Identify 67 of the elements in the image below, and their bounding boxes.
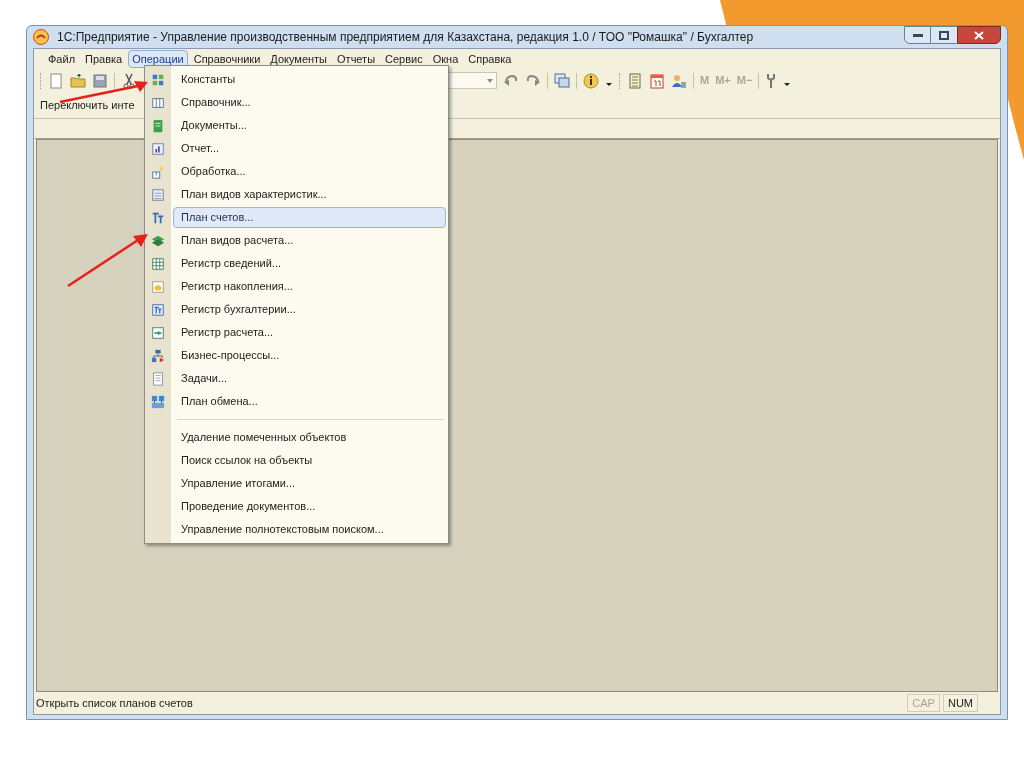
cut-icon[interactable]	[121, 72, 137, 89]
keyboard-indicator: NUM	[942, 694, 978, 712]
save-icon[interactable]	[92, 72, 108, 89]
menu-bar-item[interactable]: Сервис	[381, 49, 427, 68]
wrench-icon[interactable]	[765, 72, 778, 89]
menu-item[interactable]: Задачи...	[173, 368, 446, 389]
menu-item-icon	[151, 141, 165, 156]
menu-bar-item[interactable]: Справочники	[189, 49, 265, 68]
minimize-button[interactable]	[904, 26, 931, 44]
menu-item[interactable]: Управление итогами...	[173, 473, 446, 494]
menu-item[interactable]: Удаление помеченных объектов	[173, 427, 446, 448]
window-title: 1С:Предприятие - Управление производственным предприятием для Казахстана, редакция 1.0 / ТОО "Ромашка" / Бухгалтер	[57, 29, 754, 46]
menu-bar-item[interactable]: Окна	[428, 49, 463, 68]
menu-item[interactable]: Регистр расчета...	[173, 322, 446, 343]
menu-item[interactable]: План видов расчета...	[173, 230, 446, 251]
open-folder-icon[interactable]	[70, 72, 86, 89]
menu-item[interactable]: Поиск ссылок на объекты	[173, 450, 446, 471]
windows-icon[interactable]	[554, 72, 570, 89]
menu-bar-item[interactable]: Документы	[266, 49, 332, 68]
menu-item-icon	[151, 233, 165, 248]
menu-item-icon	[151, 371, 165, 386]
users-icon[interactable]	[671, 72, 687, 89]
status-text: Открыть список планов счетов	[36, 695, 194, 711]
menu-bar-item[interactable]: Файл	[44, 49, 80, 68]
menu-item[interactable]: Регистр накопления...	[173, 276, 446, 297]
menu-item-icon	[151, 394, 165, 409]
menu-item[interactable]: Проведение документов...	[173, 496, 446, 517]
menu-item[interactable]: План счетов...	[173, 207, 446, 228]
calendar-icon[interactable]	[649, 72, 665, 89]
menu-item[interactable]: План обмена...	[173, 391, 446, 412]
menu-bar-item[interactable]: Операции	[128, 49, 188, 68]
menu-item-icon	[151, 95, 165, 110]
menu-item-icon	[151, 210, 165, 225]
maximize-button[interactable]	[931, 26, 957, 44]
menu-item-icon	[151, 302, 165, 317]
menu-item[interactable]: Регистр сведений...	[173, 253, 446, 274]
keyboard-indicator: CAP	[907, 694, 940, 712]
menu-item[interactable]: План видов характеристик...	[173, 184, 446, 205]
menu-item[interactable]: Управление полнотекстовым поиском...	[173, 519, 446, 540]
forward-arrow-icon[interactable]	[525, 72, 541, 89]
info-icon[interactable]	[583, 72, 599, 89]
menu-item[interactable]: Бизнес-процессы...	[173, 345, 446, 366]
menu-item-icon	[151, 279, 165, 294]
back-arrow-icon[interactable]	[503, 72, 519, 89]
switch-panel-button[interactable]: Переключить инте	[38, 97, 137, 114]
menu-bar-item[interactable]: Отчеты	[333, 49, 380, 68]
menu-item-icon	[151, 72, 165, 87]
close-button[interactable]	[957, 26, 1001, 44]
menu-item[interactable]: Отчет...	[173, 138, 446, 159]
menu-item[interactable]: Обработка...	[173, 161, 446, 182]
minimize-icon	[912, 33, 923, 37]
menu-item-icon	[151, 118, 165, 133]
menu-bar-item[interactable]: Справка	[464, 49, 516, 68]
menu-item[interactable]: Регистр бухгалтерии...	[173, 299, 446, 320]
maximize-icon	[939, 30, 949, 40]
menu-bar-item[interactable]: Правка	[81, 49, 127, 68]
calculator-icon[interactable]	[627, 72, 643, 89]
menu-item-icon	[151, 256, 165, 271]
menu-item[interactable]: Документы...	[173, 115, 446, 136]
app-logo-icon	[33, 29, 49, 45]
menu-item[interactable]: Справочник...	[173, 92, 446, 113]
menu-item-icon	[151, 325, 165, 340]
menu-item-icon	[151, 164, 165, 179]
close-icon	[974, 30, 984, 40]
menu-item[interactable]: Константы	[173, 69, 446, 90]
menu-item-icon	[151, 348, 165, 363]
menu-item-icon	[151, 187, 165, 202]
